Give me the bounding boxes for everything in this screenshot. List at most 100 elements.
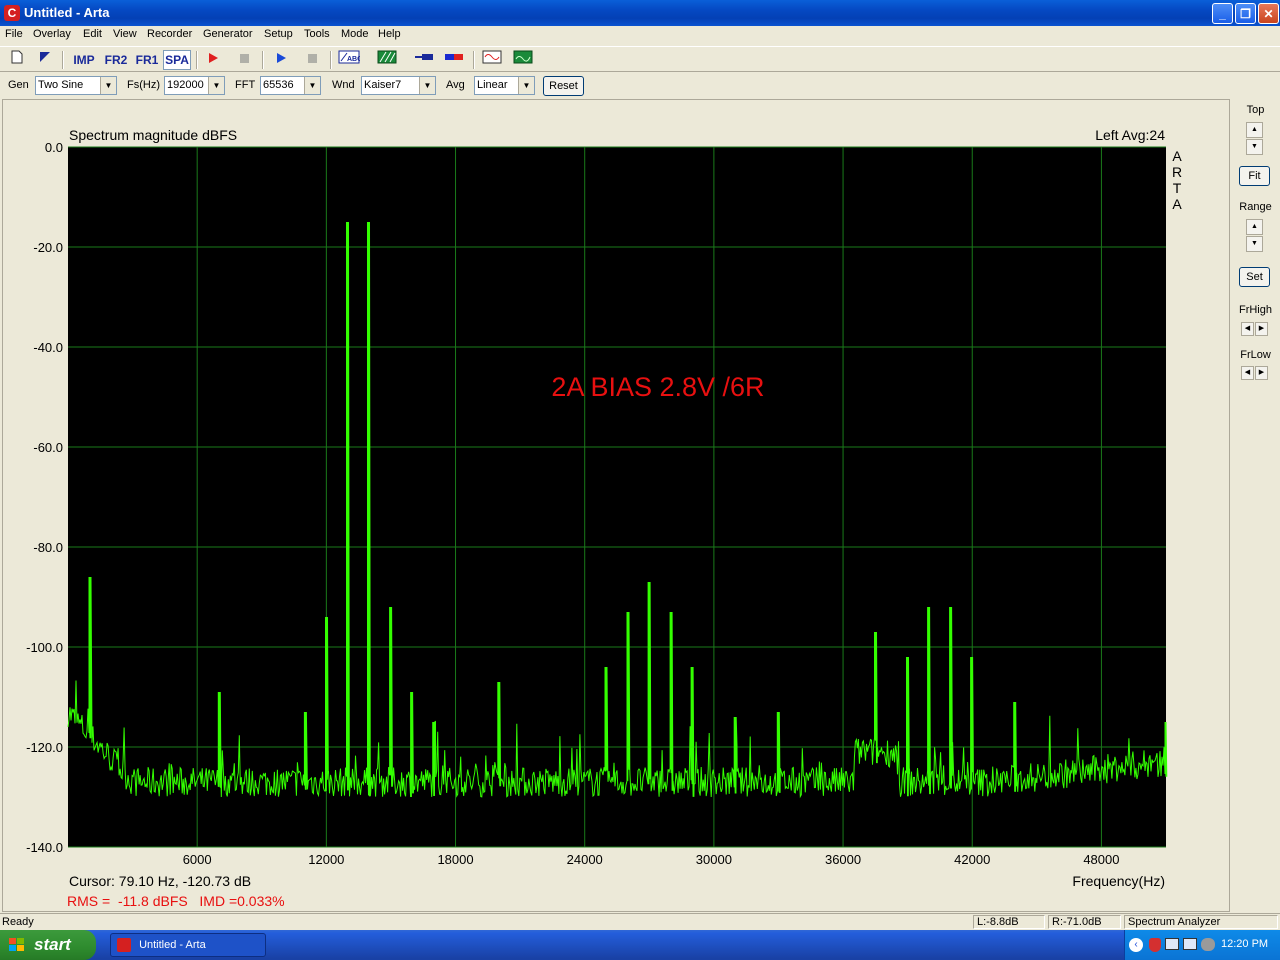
record-play-icon[interactable] <box>202 50 224 70</box>
menu-setup[interactable]: Setup <box>264 28 293 40</box>
volume-icon[interactable] <box>1201 938 1215 951</box>
top-down-arrow-icon[interactable]: ▼ <box>1246 139 1263 155</box>
spa-mode-button[interactable]: SPA <box>163 50 191 70</box>
taskbar: start Untitled - Arta ‹ 12:20 PM <box>0 930 1280 960</box>
menu-edit[interactable]: Edit <box>83 28 102 40</box>
x-axis-ticks: 6000 12000 18000 24000 30000 36000 42000 48000 <box>183 852 1120 867</box>
plot-area[interactable] <box>68 147 1166 847</box>
menu-generator[interactable]: Generator <box>203 28 253 40</box>
taskbar-item-label: Untitled - Arta <box>139 939 206 951</box>
fs-select-value: 192000 <box>167 79 204 91</box>
arta-app-icon: C <box>4 5 20 21</box>
windows-flag-icon <box>8 937 24 953</box>
spectrum-chart[interactable]: Spectrum magnitude dBFS Left Avg:24 0.0 -… <box>3 100 1229 911</box>
fr1-mode-button[interactable]: FR1 <box>133 50 161 70</box>
range-up-arrow-icon[interactable]: ▲ <box>1246 219 1263 235</box>
fft-label: FFT <box>235 79 256 91</box>
chevron-down-icon[interactable]: ▼ <box>419 77 435 94</box>
close-button[interactable]: ✕ <box>1258 3 1279 24</box>
watermark-letter: A <box>1172 196 1182 212</box>
fft-select[interactable]: 65536 ▼ <box>260 76 321 95</box>
chevron-down-icon[interactable]: ▼ <box>100 77 116 94</box>
imp-mode-button[interactable]: IMP <box>70 50 98 70</box>
x-tick-label: 12000 <box>308 852 344 867</box>
fft-select-value: 65536 <box>263 79 294 91</box>
maximize-button[interactable]: ❐ <box>1235 3 1256 24</box>
menu-overlay[interactable]: Overlay <box>33 28 71 40</box>
menu-help[interactable]: Help <box>378 28 401 40</box>
probe-icon[interactable] <box>412 50 436 70</box>
open-file-icon[interactable] <box>34 50 56 70</box>
menu-file[interactable]: File <box>5 28 23 40</box>
generator-stop-icon[interactable] <box>301 50 323 70</box>
y-tick-label: -40.0 <box>33 340 63 355</box>
wnd-select[interactable]: Kaiser7 ▼ <box>361 76 436 95</box>
new-file-icon[interactable] <box>6 50 28 70</box>
taskbar-item-arta[interactable]: Untitled - Arta <box>110 933 266 957</box>
spectrum-display-icon[interactable] <box>511 50 535 70</box>
menu-tools[interactable]: Tools <box>304 28 330 40</box>
security-shield-icon[interactable] <box>1149 938 1161 952</box>
set-button[interactable]: Set <box>1239 267 1270 287</box>
gen-select[interactable]: Two Sine ▼ <box>35 76 117 95</box>
wnd-select-value: Kaiser7 <box>364 79 402 91</box>
y-tick-label: -20.0 <box>33 240 63 255</box>
hatch-display-icon[interactable] <box>375 50 399 70</box>
menu-view[interactable]: View <box>113 28 137 40</box>
network-disconnected-icon[interactable] <box>1183 938 1197 950</box>
clock[interactable]: 12:20 PM <box>1221 938 1268 950</box>
y-tick-label: 0.0 <box>45 140 63 155</box>
y-tick-label: -140.0 <box>26 840 63 855</box>
range-down-arrow-icon[interactable]: ▼ <box>1246 236 1263 252</box>
x-tick-label: 24000 <box>567 852 603 867</box>
fit-button[interactable]: Fit <box>1239 166 1270 186</box>
start-button[interactable]: start <box>0 930 96 960</box>
minimize-button[interactable]: _ <box>1212 3 1233 24</box>
frhigh-left-arrow-icon[interactable]: ◀ <box>1241 322 1254 336</box>
top-up-arrow-icon[interactable]: ▲ <box>1246 122 1263 138</box>
reset-button[interactable]: Reset <box>543 76 584 96</box>
plot-panel: Spectrum magnitude dBFS Left Avg:24 0.0 -… <box>2 99 1230 912</box>
menu-mode[interactable]: Mode <box>341 28 369 40</box>
generator-play-icon[interactable] <box>270 50 292 70</box>
toolbar: IMP FR2 FR1 SPA ABC <box>0 46 1280 72</box>
frlow-right-arrow-icon[interactable]: ▶ <box>1255 366 1268 380</box>
avg-select-value: Linear <box>477 79 508 91</box>
menu-recorder[interactable]: Recorder <box>147 28 192 40</box>
network-icon[interactable] <box>1165 938 1179 950</box>
fs-label: Fs(Hz) <box>127 79 160 91</box>
settings-bar: Gen Two Sine ▼ Fs(Hz) 192000 ▼ FFT 65536… <box>0 74 1280 98</box>
watermark-letter: R <box>1172 164 1182 180</box>
y-tick-label: -80.0 <box>33 540 63 555</box>
left-level-readout: L:-8.8dB <box>973 915 1045 929</box>
top-label: Top <box>1246 104 1265 116</box>
channel-avg-label: Left Avg:24 <box>1095 127 1165 143</box>
frhigh-right-arrow-icon[interactable]: ▶ <box>1255 322 1268 336</box>
frlow-left-arrow-icon[interactable]: ◀ <box>1241 366 1254 380</box>
x-tick-label: 18000 <box>437 852 473 867</box>
chevron-down-icon[interactable]: ▼ <box>518 77 534 94</box>
abc-label-icon[interactable]: ABC <box>337 50 362 70</box>
chevron-down-icon[interactable]: ▼ <box>304 77 320 94</box>
arta-app-icon <box>117 938 131 953</box>
record-stop-icon[interactable] <box>233 50 255 70</box>
fs-select[interactable]: 192000 ▼ <box>164 76 225 95</box>
rms-imd-readout: RMS = -11.8 dBFS IMD =0.033% <box>67 893 285 909</box>
menu-bar: File Overlay Edit View Recorder Generato… <box>0 26 1280 44</box>
y-axis-ticks: 0.0 -20.0 -40.0 -60.0 -80.0 -100.0 -120.0 -140.… <box>26 140 63 855</box>
svg-text:ABC: ABC <box>347 56 360 63</box>
tray-expand-icon[interactable]: ‹ <box>1129 938 1143 952</box>
chevron-down-icon[interactable]: ▼ <box>208 77 224 94</box>
plot-annotation: 2A BIAS 2.8V /6R <box>551 372 764 402</box>
x-tick-label: 48000 <box>1083 852 1119 867</box>
signal-oscilloscope-icon[interactable] <box>480 50 504 70</box>
chart-title: Spectrum magnitude dBFS <box>69 127 237 143</box>
fr2-mode-button[interactable]: FR2 <box>102 50 130 70</box>
system-tray: ‹ 12:20 PM <box>1124 930 1280 960</box>
avg-select[interactable]: Linear ▼ <box>474 76 535 95</box>
title-bar: C Untitled - Arta _ ❐ ✕ <box>0 0 1280 26</box>
status-bar: Ready L:-8.8dB R:-71.0dB Spectrum Analyz… <box>0 913 1280 930</box>
levels-icon[interactable] <box>442 50 466 70</box>
watermark-letter: A <box>1172 148 1182 164</box>
start-label: start <box>34 935 71 954</box>
